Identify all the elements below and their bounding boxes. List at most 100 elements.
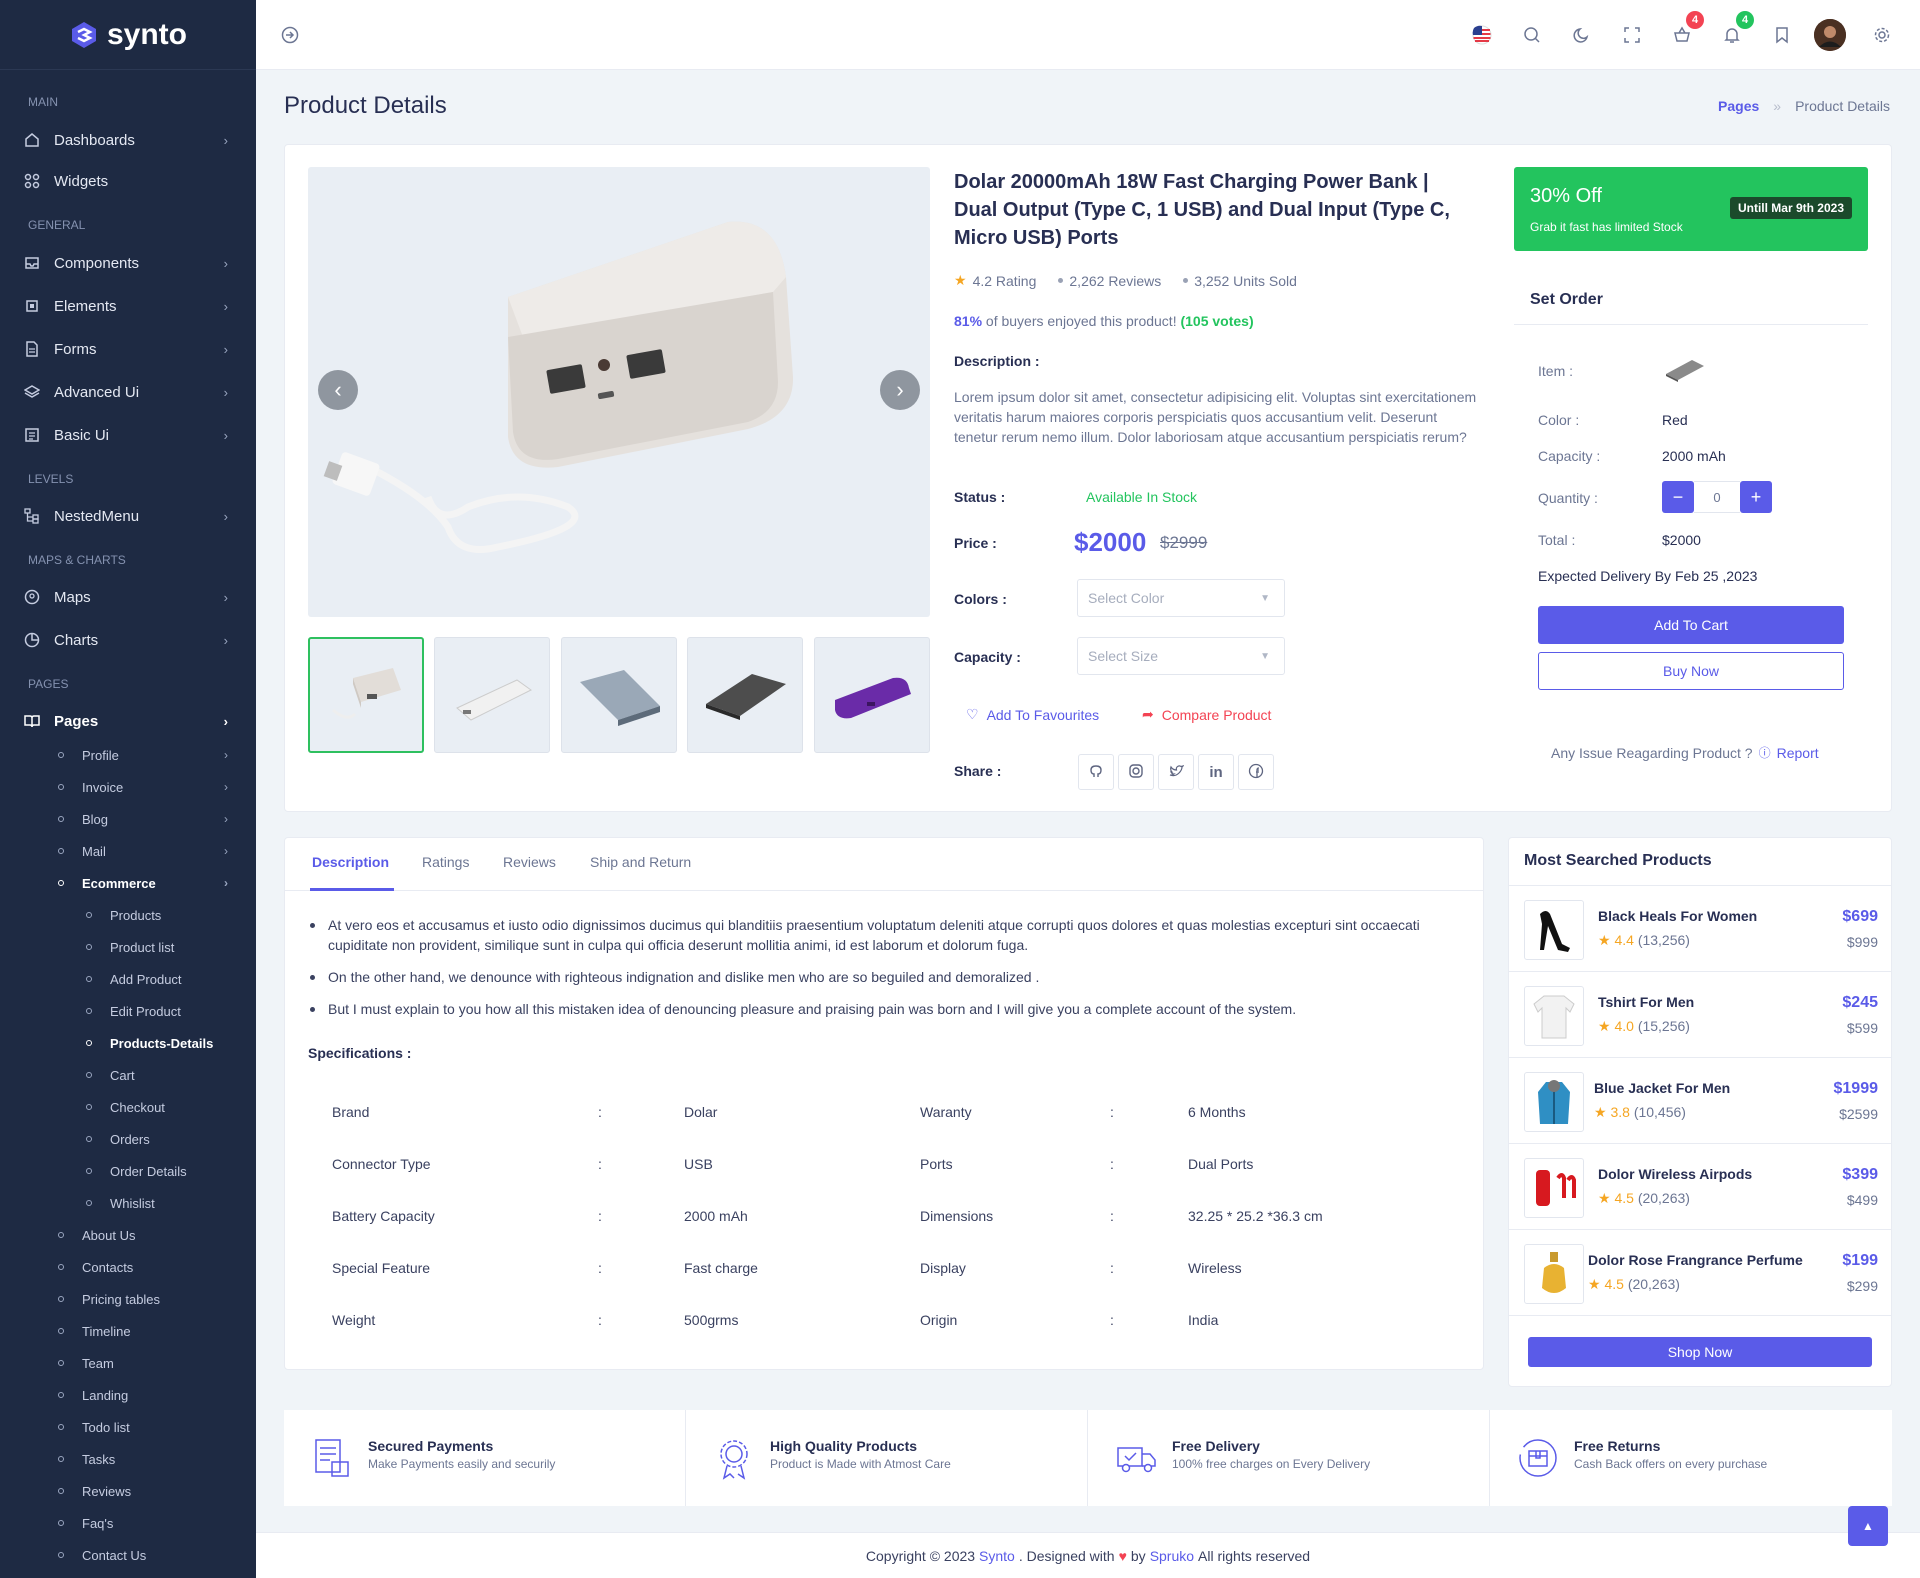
sidebar-item-widgets[interactable]: Widgets [24,167,234,195]
sidebar-sub-pricing-tables[interactable]: Pricing tables [58,1288,228,1310]
sidebar-item-components[interactable]: Components › [24,249,234,277]
buy-now-button[interactable]: Buy Now [1538,652,1844,690]
moon-icon[interactable] [1570,23,1594,47]
github-share-button[interactable] [1078,754,1114,790]
linkedin-share-button[interactable]: in [1198,754,1234,790]
sidebar-sub-todo-list[interactable]: Todo list [58,1416,228,1438]
sidebar-item-basic-ui[interactable]: Basic Ui › [24,421,234,449]
sidebar-item-charts[interactable]: Charts › [24,626,234,654]
bell-icon[interactable]: 4 [1720,11,1754,47]
sidebar-sub-tasks[interactable]: Tasks [58,1448,228,1470]
chevron-right-icon: › [224,748,228,762]
sidebar-toggle-icon[interactable] [278,23,302,47]
list-item[interactable]: Tshirt For Men ★ 4.0 (15,256) $245 $599 [1508,971,1892,1057]
tab-description[interactable]: Description [312,854,389,870]
rating-value: 4.5 [1604,1276,1624,1292]
list-item[interactable]: Black Heals For Women ★ 4.4 (13,256) $699 $… [1508,885,1892,971]
list-item[interactable]: Dolor Wireless Airpods ★ 4.5 (20,263) $399… [1508,1143,1892,1229]
color-select[interactable]: Select Color ▼ [1077,579,1285,617]
color-label: Color : [1538,412,1580,428]
sidebar-sub-blog[interactable]: Blog › [58,808,228,830]
fullscreen-icon[interactable] [1620,23,1644,47]
us-flag-icon[interactable] [1470,23,1494,47]
next-image-button[interactable]: › [880,370,920,410]
report-link[interactable]: Report [1777,745,1819,761]
circle-icon [86,976,92,982]
thumbnail-1[interactable] [308,637,424,753]
thumbnail-4[interactable] [687,637,803,753]
gear-icon[interactable] [1870,23,1894,47]
sidebar-sub-order-details[interactable]: Order Details [86,1160,236,1182]
sidebar-sub-edit-product[interactable]: Edit Product [86,1000,236,1022]
breadcrumb-pages[interactable]: Pages [1718,98,1759,114]
chevron-right-icon: › [223,341,228,357]
thumbnail-2[interactable] [434,637,550,753]
add-to-favourites-link[interactable]: ♡ Add To Favourites [966,706,1099,723]
sidebar-item-advanced-ui[interactable]: Advanced Ui › [24,378,234,406]
cart-icon[interactable]: 4 [1670,11,1704,47]
sidebar-sub-reviews[interactable]: Reviews [58,1480,228,1502]
shop-now-button[interactable]: Shop Now [1528,1337,1872,1367]
bookmark-icon[interactable] [1770,23,1794,47]
sidebar-sub-contacts[interactable]: Contacts [58,1256,228,1278]
share-arrow-icon: ➦ [1142,706,1154,722]
sidebar-sub-contact-us[interactable]: Contact Us [58,1544,228,1566]
sidebar-item-label: Widgets [54,172,109,190]
sidebar-sub-landing[interactable]: Landing [58,1384,228,1406]
sidebar-item-nestedmenu[interactable]: NestedMenu › [24,502,234,530]
sidebar-sub-invoice[interactable]: Invoice › [58,776,228,798]
sidebar-sub-mail[interactable]: Mail › [58,840,228,862]
twitter-share-button[interactable] [1158,754,1194,790]
instagram-share-button[interactable] [1118,754,1154,790]
list-item[interactable]: Dolor Rose Frangrance Perfume ★ 4.5 (20,2… [1508,1229,1892,1315]
sidebar-sub-label: Team [82,1355,114,1371]
add-to-cart-button[interactable]: Add To Cart [1538,606,1844,644]
sidebar: synto MAIN Dashboards › Widgets GENERAL C… [0,0,256,1578]
sidebar-sub-timeline[interactable]: Timeline [58,1320,228,1342]
tab-reviews[interactable]: Reviews [503,854,556,870]
sidebar-sub-team[interactable]: Team [58,1352,228,1374]
tab-ratings[interactable]: Ratings [422,854,469,870]
sidebar-sub-checkout[interactable]: Checkout [86,1096,236,1118]
sidebar-item-pages[interactable]: Pages › [24,707,234,735]
avatar[interactable] [1814,19,1846,51]
spec-value: Dual Ports [1188,1156,1254,1172]
footer-brand-link[interactable]: Synto [979,1548,1015,1564]
sidebar-sub-ecommerce[interactable]: Ecommerce › [58,872,228,894]
sidebar-sub-add-product[interactable]: Add Product [86,968,236,990]
sold-stat: 3,252 Units Sold [1183,272,1297,289]
sidebar-item-dashboards[interactable]: Dashboards › [24,126,234,154]
sidebar-sub-products[interactable]: Products [86,904,236,926]
thumbnail-3[interactable] [561,637,677,753]
sidebar-sub-orders[interactable]: Orders [86,1128,236,1150]
sidebar-sub-cart[interactable]: Cart [86,1064,236,1086]
brand[interactable]: synto [0,0,256,70]
sidebar-sub-about-us[interactable]: About Us [58,1224,228,1246]
status-label: Status : [954,489,1006,505]
product-old-price: $999 [1846,934,1878,950]
quantity-decrease-button[interactable]: − [1662,481,1694,513]
sidebar-sub-profile[interactable]: Profile › [58,744,228,766]
facebook-share-button[interactable] [1238,754,1274,790]
sidebar-sub-products-details[interactable]: Products-Details [86,1032,236,1054]
search-icon[interactable] [1520,23,1544,47]
spec-key: Ports [920,1156,953,1172]
sidebar-sub-product-list[interactable]: Product list [86,936,236,958]
previous-image-button[interactable]: ‹ [318,370,358,410]
sidebar-item-maps[interactable]: Maps › [24,583,234,611]
back-to-top-button[interactable]: ▲ [1848,1506,1888,1546]
tab-ship-and-return[interactable]: Ship and Return [590,854,691,870]
quantity-input[interactable]: 0 [1694,481,1740,513]
circle-icon [58,1264,64,1270]
footer-company-link[interactable]: Spruko [1150,1548,1194,1564]
capacity-select[interactable]: Select Size ▼ [1077,637,1285,675]
feature-title: High Quality Products [770,1438,918,1454]
sidebar-item-forms[interactable]: Forms › [24,335,234,363]
thumbnail-5[interactable] [814,637,930,753]
quantity-increase-button[interactable]: + [1740,481,1772,513]
sidebar-sub-whislist[interactable]: Whislist [86,1192,236,1214]
list-item[interactable]: Blue Jacket For Men ★ 3.8 (10,456) $1999 $2… [1508,1057,1892,1143]
sidebar-item-elements[interactable]: Elements › [24,292,234,320]
compare-product-link[interactable]: ➦ Compare Product [1142,706,1271,723]
sidebar-sub-faqs[interactable]: Faq's [58,1512,228,1534]
